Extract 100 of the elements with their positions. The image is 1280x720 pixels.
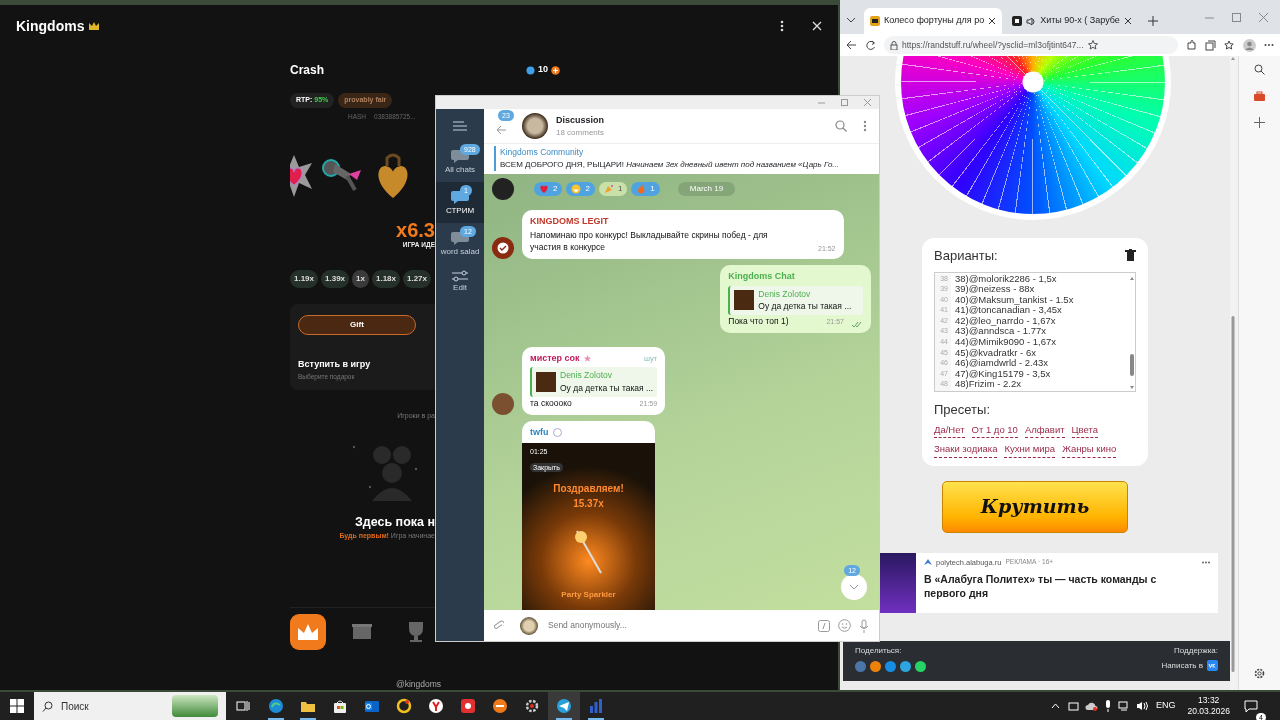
preset-link[interactable]: Да/Нет	[934, 423, 965, 439]
share-icon[interactable]	[900, 660, 911, 672]
variants-heading: Варианты:	[934, 247, 998, 265]
speaker-icon[interactable]	[1135, 701, 1148, 711]
edit-folders-button[interactable]: Edit	[436, 264, 484, 301]
menu-icon[interactable]	[453, 121, 467, 132]
reply-text: Оу да детка ты такая ...	[758, 300, 852, 314]
sender-name: twfu	[530, 425, 549, 439]
multiplier-history-item: 1.18x	[371, 270, 400, 288]
taskbar-app[interactable]	[548, 692, 580, 720]
share-icon[interactable]	[885, 660, 896, 672]
back-arrow-icon[interactable]	[846, 40, 857, 50]
more-icon[interactable]	[1202, 560, 1210, 564]
sliders-icon	[452, 270, 468, 283]
more-icon[interactable]	[1264, 43, 1274, 47]
variant-line: 39)@neizess - 88x	[955, 284, 1036, 295]
search-icon[interactable]	[1254, 64, 1265, 75]
reply-author: Denis Zolotov	[758, 287, 812, 301]
close-icon[interactable]	[988, 17, 997, 25]
star-icon	[583, 355, 591, 363]
sender-avatar[interactable]	[520, 616, 538, 635]
ad-headline[interactable]: В «Алабуга Политех» ты — часть команды с первого дня	[924, 571, 1174, 600]
sender-name: Kingdoms Chat	[728, 270, 795, 284]
preset-link[interactable]: Жанры кино	[1062, 442, 1117, 458]
collections-icon[interactable]	[1205, 39, 1216, 51]
spin-button[interactable]: Крутить	[942, 480, 1128, 533]
support-link[interactable]: Написать в	[1161, 659, 1203, 672]
swirl-icon	[268, 698, 284, 714]
pinned-title: Kingdoms Community	[500, 146, 585, 160]
tab-title: Колесо фортуны для ро	[884, 14, 985, 28]
slash-command-icon[interactable]	[818, 619, 830, 632]
shopping-bag-icon	[332, 698, 348, 714]
folder-label: СТРИМ	[445, 205, 475, 218]
chevron-down-icon	[849, 584, 859, 590]
reply-quote[interactable]: Denis Zolotov Оу да детка ты такая ...	[530, 367, 658, 397]
language-indicator[interactable]: ENG	[1155, 699, 1176, 713]
star-icon[interactable]	[1087, 40, 1098, 50]
folder-label: word salad	[440, 246, 480, 259]
preset-link[interactable]: Алфавит	[1024, 423, 1065, 439]
pinned-text: ВСЕМ ДОБРОГО ДНЯ, РЫЦАРИ! Начинаем 3ех дневный ивент под названием «Царь Го...	[500, 159, 840, 172]
check-badge-icon	[497, 242, 509, 255]
address-bar[interactable]: https://randstuff.ru/wheel/?ysclid=ml3ofjtint647...	[884, 36, 1178, 54]
site-favicon-icon	[1012, 16, 1023, 26]
variant-line: 40)@Maksum_tankist - 1.5x	[955, 294, 1075, 306]
trash-icon[interactable]	[1125, 249, 1136, 263]
browser-tab[interactable]: Колесо фортуны для ро	[864, 8, 1003, 34]
vk-logo-icon[interactable]	[1207, 660, 1218, 671]
paperclip-icon[interactable]	[494, 619, 504, 632]
network-icon[interactable]	[1117, 701, 1130, 711]
chat-subtitle: 18 comments	[556, 127, 606, 140]
browser-tab[interactable]: Хиты 90-х ( Зарубе	[1006, 8, 1138, 34]
photo-placeholder	[734, 290, 755, 311]
message-input[interactable]: Send anonymously...	[546, 618, 810, 633]
search-icon[interactable]	[835, 120, 847, 133]
minus-circle-icon	[492, 698, 508, 714]
share-icon[interactable]	[870, 660, 881, 672]
congrats-title: Поздравляем!	[553, 482, 624, 497]
game-title: Crash	[290, 62, 325, 79]
preset-link[interactable]: От 1 до 10	[971, 423, 1018, 439]
task-view-icon[interactable]	[236, 700, 250, 712]
multiplier-value: x6.3	[395, 220, 435, 241]
close-icon[interactable]	[1123, 17, 1132, 25]
variant-line: 44)@Mimik9090 - 1,67x	[955, 337, 1057, 348]
maximize-icon[interactable]	[1232, 13, 1241, 22]
settings-icon[interactable]	[1253, 667, 1266, 680]
variants-textarea[interactable]	[934, 271, 1136, 392]
variant-line: 45)@kvadratkr - 6x	[955, 347, 1037, 359]
clock-date: 20.03.2026	[1187, 706, 1230, 717]
meet-icon[interactable]	[1067, 700, 1079, 712]
message-text: та скоооко	[530, 396, 572, 410]
reaction-chip[interactable]: 1	[598, 182, 628, 197]
user-avatar	[492, 178, 514, 201]
profile-avatar-icon[interactable]	[1243, 38, 1256, 52]
preset-link[interactable]: Знаки зодиака	[934, 442, 998, 458]
cloud-icon[interactable]	[1084, 701, 1098, 711]
trophy-icon	[409, 621, 423, 642]
share-icon[interactable]	[915, 660, 926, 672]
chevron-up-icon[interactable]	[1050, 703, 1060, 709]
share-icon[interactable]	[855, 660, 866, 672]
variant-line: 38)@molorik2286 - 1,5x	[955, 273, 1058, 285]
speaker-icon[interactable]	[1026, 16, 1037, 26]
puzzle-icon[interactable]	[1186, 39, 1197, 51]
taskbar-search-field[interactable]: Поиск	[34, 692, 226, 720]
toolbox-icon[interactable]	[1254, 91, 1265, 101]
favorites-icon[interactable]	[1224, 39, 1235, 51]
coin-icon	[552, 427, 562, 437]
nav-tab[interactable]	[290, 613, 326, 650]
reply-quote[interactable]: Denis Zolotov Оу да детка ты такая ...	[728, 285, 863, 316]
microphone-icon[interactable]	[1103, 700, 1112, 712]
site-favicon-icon	[870, 16, 880, 26]
kebab-menu-icon[interactable]	[780, 20, 784, 32]
preset-link[interactable]: Кухни мира	[1004, 442, 1056, 458]
reload-icon[interactable]	[865, 39, 876, 51]
preset-link[interactable]: Цвета	[1071, 423, 1099, 439]
gift-button[interactable]: Gift	[298, 314, 416, 335]
windows-start-icon[interactable]	[10, 699, 24, 713]
scroll-down-button[interactable]	[841, 574, 867, 600]
clock[interactable]: 13:32 20.03.2026	[1187, 695, 1230, 717]
reply-text: Оу да детка ты такая ...	[560, 382, 654, 395]
chevron-down-icon[interactable]	[846, 16, 856, 24]
